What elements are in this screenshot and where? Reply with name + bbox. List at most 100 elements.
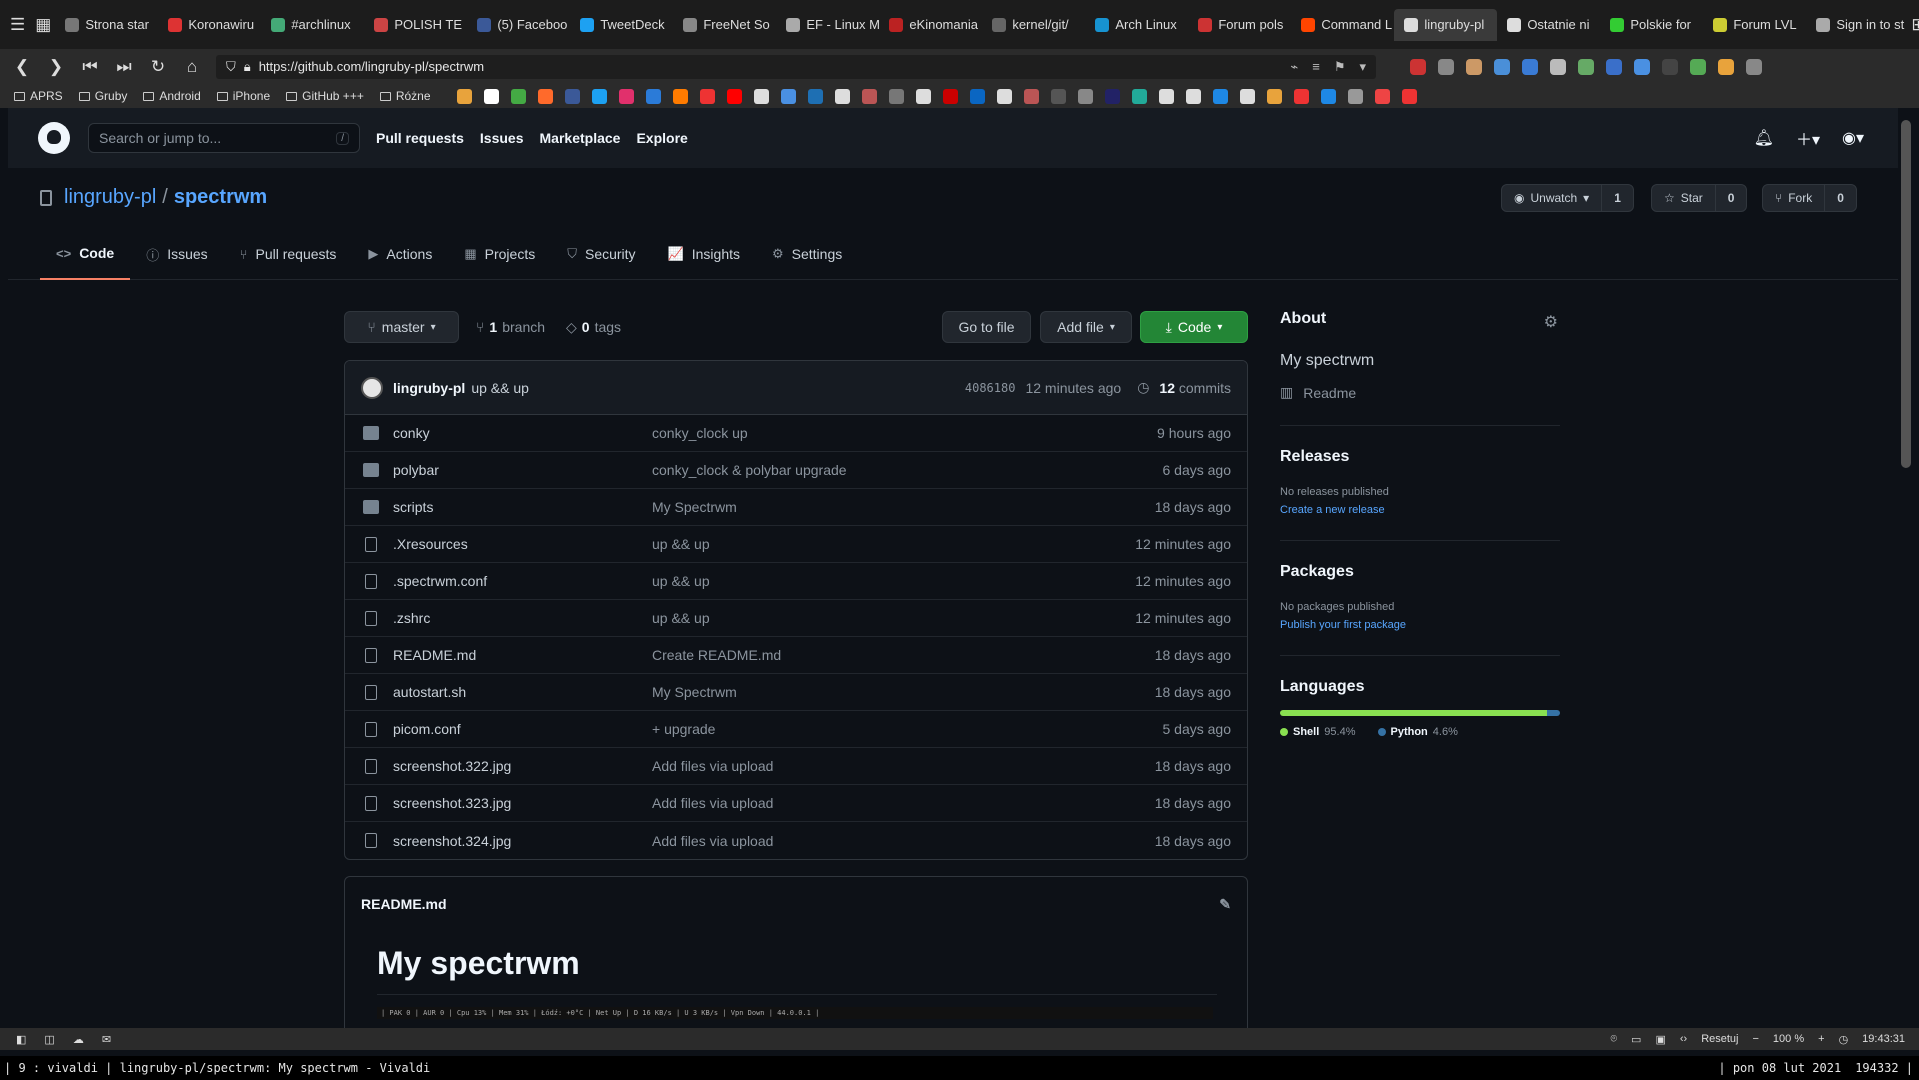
file-name-link[interactable]: picom.conf	[393, 721, 461, 737]
fork-count[interactable]: 0	[1825, 191, 1856, 205]
tab-code[interactable]: <> Code	[40, 228, 131, 280]
tab-settings[interactable]: ⚙ Settings	[756, 228, 858, 280]
extension-icon[interactable]	[1438, 58, 1454, 75]
file-name-link[interactable]: .spectrwm.conf	[393, 573, 487, 589]
file-name-link[interactable]: scripts	[393, 499, 433, 515]
browser-tab[interactable]: FreeNet So	[673, 9, 776, 41]
tab-grid-icon[interactable]: ▦	[35, 15, 51, 35]
add-file-button[interactable]: Add file ▾	[1040, 311, 1132, 343]
home-icon[interactable]: ⌂	[182, 57, 202, 77]
back-icon[interactable]: ❮	[12, 57, 32, 77]
mail-icon[interactable]: ✉	[102, 1033, 111, 1046]
scrollbar-thumb[interactable]	[1901, 120, 1911, 468]
file-name-link[interactable]: screenshot.323.jpg	[393, 795, 511, 811]
table-row[interactable]: .Xresources up && up 12 minutes ago	[345, 526, 1247, 563]
table-row[interactable]: conky conky_clock up 9 hours ago	[345, 415, 1247, 452]
browser-tab[interactable]: TweetDeck	[570, 9, 673, 41]
bookmark-folder[interactable]: Różne	[379, 89, 431, 103]
bookmark-icon[interactable]	[915, 88, 931, 104]
bookmark-icon[interactable]	[726, 88, 742, 104]
bookmark-folder[interactable]: APRS	[14, 89, 63, 103]
browser-tab[interactable]: Koronawiru	[158, 9, 261, 41]
bookmark-icon[interactable]	[861, 88, 877, 104]
rewind-icon[interactable]: ⏮	[80, 57, 100, 77]
extension-icon[interactable]	[1606, 58, 1622, 75]
readme-link[interactable]: ▥ Readme	[1280, 384, 1560, 401]
bookmark-icon[interactable]	[942, 88, 958, 104]
bookmark-icon[interactable]	[1347, 88, 1363, 104]
bookmark-icon[interactable]	[1185, 88, 1201, 104]
bookmark-icon[interactable]	[888, 88, 904, 104]
star-button[interactable]: ☆ Star 0	[1651, 184, 1748, 212]
bookmark-icon[interactable]	[1104, 88, 1120, 104]
bookmark-icon[interactable]	[645, 88, 661, 104]
commit-count-link[interactable]: 12 commits	[1159, 380, 1231, 396]
bookmark-icon[interactable]	[1401, 88, 1417, 104]
browser-tab[interactable]: Polskie for	[1600, 9, 1703, 41]
nav-explore[interactable]: Explore	[636, 130, 687, 146]
search-input[interactable]: Search or jump to... /	[88, 123, 360, 153]
commit-message-link[interactable]: Add files via upload	[652, 833, 773, 849]
browser-tab[interactable]: Strona star	[55, 9, 158, 41]
bookmark-folder[interactable]: Gruby	[78, 89, 127, 103]
commit-message-link[interactable]: My Spectrwm	[652, 684, 737, 700]
extension-icon[interactable]	[1410, 58, 1426, 75]
table-row[interactable]: screenshot.324.jpg Add files via upload 18…	[345, 822, 1247, 859]
bookmark-icon[interactable]	[456, 88, 472, 104]
bookmark-icon[interactable]	[699, 88, 715, 104]
zoom-out-icon[interactable]: −	[1752, 1033, 1758, 1045]
bookmark-folder[interactable]: GitHub +++	[286, 89, 364, 103]
cloud-sync-icon[interactable]: ☁	[73, 1033, 84, 1046]
file-name-link[interactable]: .Xresources	[393, 536, 468, 552]
branch-select-button[interactable]: ⑂ master ▾	[344, 311, 459, 343]
browser-tab[interactable]: eKinomania	[879, 9, 982, 41]
commit-message-link[interactable]: Add files via upload	[652, 758, 773, 774]
camera-icon[interactable]: ⌾	[1610, 1033, 1617, 1046]
extension-icon[interactable]	[1718, 58, 1734, 75]
tile-icon[interactable]: ◫	[44, 1033, 54, 1046]
tab-pull-requests[interactable]: ⑂ Pull requests	[224, 228, 353, 280]
commit-message[interactable]: up && up	[471, 380, 529, 396]
tags-link[interactable]: ◇ 0 tags	[566, 319, 621, 336]
notification-bell-icon[interactable]: 🔔︎	[1754, 128, 1774, 148]
extension-icon[interactable]	[1578, 58, 1594, 75]
bookmark-icon[interactable]	[1023, 88, 1039, 104]
tab-insights[interactable]: 📈 Insights	[652, 228, 756, 280]
bookmark-icon[interactable]	[969, 88, 985, 104]
file-name-link[interactable]: autostart.sh	[393, 684, 466, 700]
bookmark-icon[interactable]	[672, 88, 688, 104]
extension-icon[interactable]	[1494, 58, 1510, 75]
user-avatar[interactable]: ◉▾	[1842, 128, 1864, 148]
bookmark-icon[interactable]	[996, 88, 1012, 104]
bookmark-icon[interactable]	[1239, 88, 1255, 104]
bookmark-icon[interactable]	[564, 88, 580, 104]
commit-author[interactable]: lingruby-pl	[393, 380, 465, 396]
create-release-link[interactable]: Create a new release	[1280, 504, 1560, 516]
forward-icon[interactable]: ❯	[46, 57, 66, 77]
repo-owner-link[interactable]: lingruby-pl	[64, 186, 156, 209]
browser-tab[interactable]: EF - Linux M	[776, 9, 879, 41]
table-row[interactable]: screenshot.322.jpg Add files via upload 18…	[345, 748, 1247, 785]
bookmark-icon[interactable]	[1320, 88, 1336, 104]
reader-icon[interactable]: ≡	[1312, 59, 1320, 75]
table-row[interactable]: polybar conky_clock & polybar upgrade 6 da…	[345, 452, 1247, 489]
language-item[interactable]: Shell 95.4%	[1280, 726, 1356, 738]
image-icon[interactable]: ▣	[1655, 1033, 1665, 1046]
bookmark-icon[interactable]	[780, 88, 796, 104]
code-icon[interactable]: ‹›	[1680, 1033, 1687, 1045]
repo-name-link[interactable]: spectrwm	[174, 186, 267, 209]
bookmark-icon[interactable]	[1212, 88, 1228, 104]
nav-marketplace[interactable]: Marketplace	[540, 130, 621, 146]
commit-message-link[interactable]: up && up	[652, 536, 710, 552]
bookmark-folder[interactable]: iPhone	[216, 89, 270, 103]
readme-screenshot[interactable]: | PAK 0 | AUR 0 | Cpu 13% | Mem 31% | Łó…	[377, 1007, 1213, 1019]
fork-button[interactable]: ⑂ Fork 0	[1762, 184, 1857, 212]
browser-tab[interactable]: Sign in to st	[1806, 9, 1909, 41]
table-row[interactable]: README.md Create README.md 18 days ago	[345, 637, 1247, 674]
branches-link[interactable]: ⑂ 1 branch	[476, 319, 545, 335]
bookmark-icon[interactable]	[807, 88, 823, 104]
browser-tab[interactable]: Ostatnie ni	[1497, 9, 1600, 41]
browser-tab[interactable]: #archlinux	[261, 9, 364, 41]
browser-tab[interactable]: Forum pols	[1188, 9, 1291, 41]
table-row[interactable]: scripts My Spectrwm 18 days ago	[345, 489, 1247, 526]
